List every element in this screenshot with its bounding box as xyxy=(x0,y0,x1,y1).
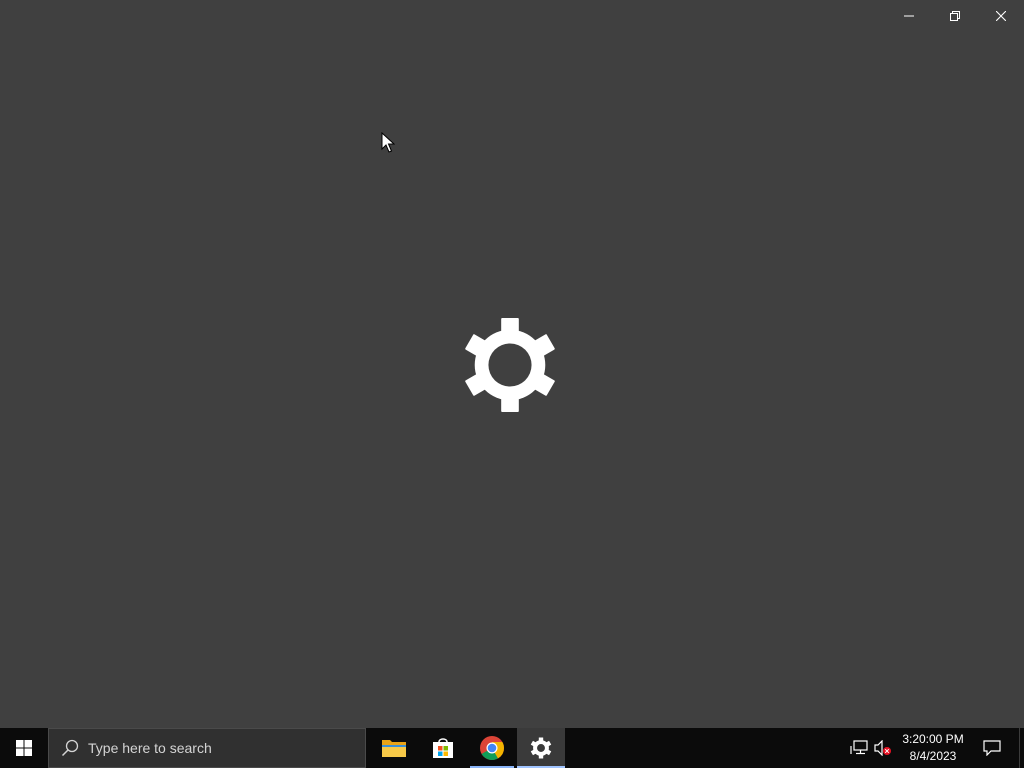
close-button[interactable] xyxy=(978,0,1024,32)
start-button[interactable] xyxy=(0,728,48,768)
folder-icon xyxy=(382,740,406,757)
settings-window xyxy=(0,0,1024,728)
taskbar-clock[interactable]: 3:20:00 PM 8/4/2023 xyxy=(898,731,968,765)
gear-icon xyxy=(530,737,552,759)
clock-date: 8/4/2023 xyxy=(909,749,957,763)
taskbar: Type here to search 3:20:00 PM 8/4/2023 xyxy=(0,728,1024,768)
windows-logo-icon xyxy=(16,740,32,756)
search-placeholder: Type here to search xyxy=(88,740,212,756)
show-desktop-button[interactable] xyxy=(1019,728,1024,768)
window-controls xyxy=(886,0,1024,32)
minimize-button[interactable] xyxy=(886,0,932,32)
chrome-icon xyxy=(480,736,504,761)
mouse-cursor xyxy=(381,132,395,153)
volume-muted-icon[interactable] xyxy=(874,740,892,756)
taskbar-search-box[interactable]: Type here to search xyxy=(48,728,366,768)
restore-button[interactable] xyxy=(932,0,978,32)
search-icon xyxy=(61,739,79,757)
minimize-icon xyxy=(904,15,914,17)
restore-icon xyxy=(950,11,960,21)
clock-time: 3:20:00 PM xyxy=(902,732,964,746)
taskbar-file-explorer[interactable] xyxy=(370,728,418,768)
action-center-button[interactable] xyxy=(972,728,1012,768)
taskbar-chrome[interactable] xyxy=(468,728,516,768)
close-icon xyxy=(996,11,1006,21)
action-center-icon xyxy=(983,740,1001,756)
taskbar-settings[interactable] xyxy=(517,728,565,768)
network-icon[interactable] xyxy=(850,740,868,756)
taskbar-microsoft-store[interactable] xyxy=(419,728,467,768)
store-icon xyxy=(433,738,453,758)
gear-icon xyxy=(465,317,555,413)
